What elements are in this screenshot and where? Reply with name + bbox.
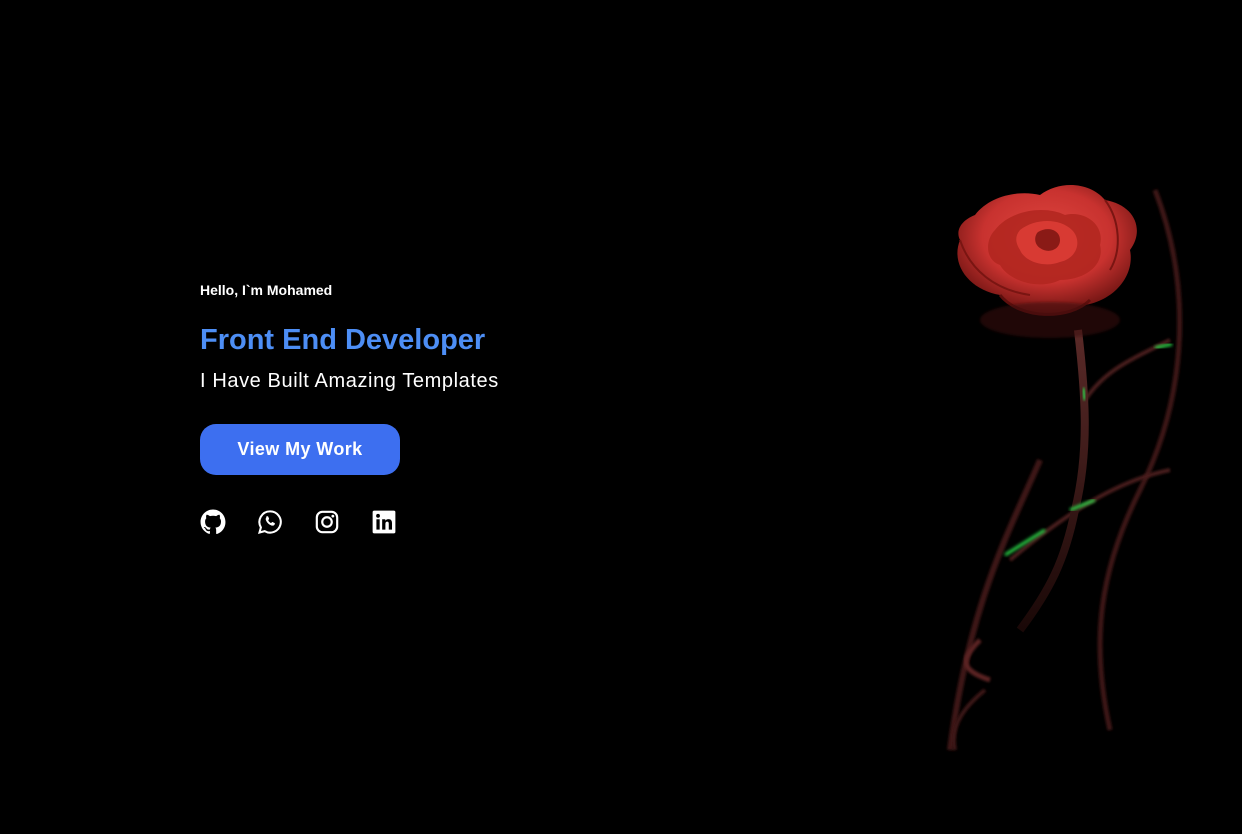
linkedin-link[interactable] <box>371 509 397 535</box>
view-my-work-button[interactable]: View My Work <box>200 424 400 475</box>
role-title: Front End Developer <box>200 324 486 356</box>
instagram-link[interactable] <box>314 509 340 535</box>
whatsapp-icon <box>258 510 282 534</box>
whatsapp-link[interactable] <box>257 509 283 535</box>
social-links <box>200 509 428 535</box>
greeting-text: Hello, I`m Mohamed <box>200 282 333 298</box>
red-rose-image <box>947 184 1183 751</box>
instagram-icon <box>315 510 339 534</box>
linkedin-icon <box>372 510 396 534</box>
tagline-text: I Have Built Amazing Templates <box>200 370 499 392</box>
github-icon <box>200 509 226 535</box>
github-link[interactable] <box>200 509 226 535</box>
hero-section: Hello, I`m Mohamed Front End Developer I… <box>200 280 720 475</box>
